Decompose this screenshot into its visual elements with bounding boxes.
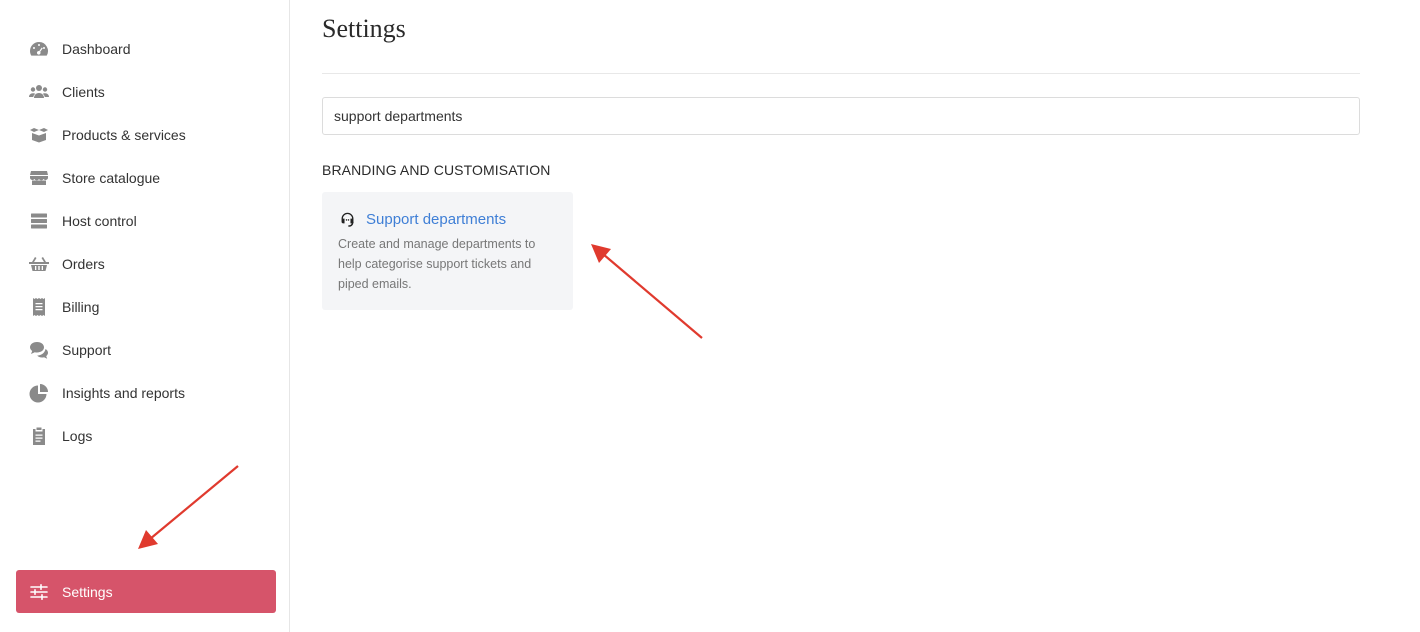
section-heading: BRANDING AND CUSTOMISATION bbox=[322, 162, 551, 178]
sidebar-item-label: Logs bbox=[62, 427, 93, 444]
server-icon bbox=[28, 210, 50, 232]
headset-icon bbox=[338, 210, 356, 228]
sidebar-item-label: Products & services bbox=[62, 126, 186, 143]
page-title: Settings bbox=[322, 14, 406, 43]
sidebar-item-store-catalogue[interactable]: Store catalogue bbox=[16, 156, 276, 199]
sidebar-item-dashboard[interactable]: Dashboard bbox=[16, 27, 276, 70]
settings-card-support-departments[interactable]: Support departments Create and manage de… bbox=[322, 192, 573, 310]
sliders-icon bbox=[28, 581, 50, 603]
title-divider bbox=[322, 73, 1360, 74]
card-description: Create and manage departments to help ca… bbox=[338, 237, 536, 291]
sidebar-item-logs[interactable]: Logs bbox=[16, 414, 276, 457]
app: Dashboard Clients Products & services St… bbox=[0, 0, 1420, 632]
sidebar: Dashboard Clients Products & services St… bbox=[0, 0, 290, 632]
receipt-icon bbox=[28, 296, 50, 318]
sidebar-item-settings[interactable]: Settings bbox=[16, 570, 276, 613]
sidebar-item-label: Host control bbox=[62, 212, 137, 229]
clipboard-icon bbox=[28, 425, 50, 447]
card-title-row: Support departments bbox=[338, 210, 557, 228]
store-icon bbox=[28, 167, 50, 189]
sidebar-nav: Dashboard Clients Products & services St… bbox=[16, 27, 276, 457]
search-input[interactable] bbox=[322, 97, 1360, 135]
sidebar-item-orders[interactable]: Orders bbox=[16, 242, 276, 285]
sidebar-item-clients[interactable]: Clients bbox=[16, 70, 276, 113]
sidebar-item-label: Support bbox=[62, 341, 112, 358]
sidebar-item-insights-reports[interactable]: Insights and reports bbox=[16, 371, 276, 414]
card-title: Support departments bbox=[366, 210, 507, 228]
dashboard-icon bbox=[28, 38, 50, 60]
sidebar-item-label: Clients bbox=[62, 83, 105, 100]
sidebar-item-label: Orders bbox=[62, 255, 105, 272]
sidebar-item-products-services[interactable]: Products & services bbox=[16, 113, 276, 156]
sidebar-item-host-control[interactable]: Host control bbox=[16, 199, 276, 242]
main-content: Settings BRANDING AND CUSTOMISATION Supp… bbox=[322, 0, 1360, 632]
chat-icon bbox=[28, 339, 50, 361]
sidebar-item-label: Insights and reports bbox=[62, 384, 185, 401]
sidebar-item-support[interactable]: Support bbox=[16, 328, 276, 371]
sidebar-item-label: Dashboard bbox=[62, 40, 131, 57]
sidebar-item-label: Settings bbox=[62, 583, 113, 600]
sidebar-item-label: Billing bbox=[62, 298, 100, 315]
box-icon bbox=[28, 124, 50, 146]
sidebar-item-label: Store catalogue bbox=[62, 169, 161, 186]
users-icon bbox=[28, 81, 50, 103]
pie-chart-icon bbox=[28, 382, 50, 404]
sidebar-item-billing[interactable]: Billing bbox=[16, 285, 276, 328]
basket-icon bbox=[28, 253, 50, 275]
